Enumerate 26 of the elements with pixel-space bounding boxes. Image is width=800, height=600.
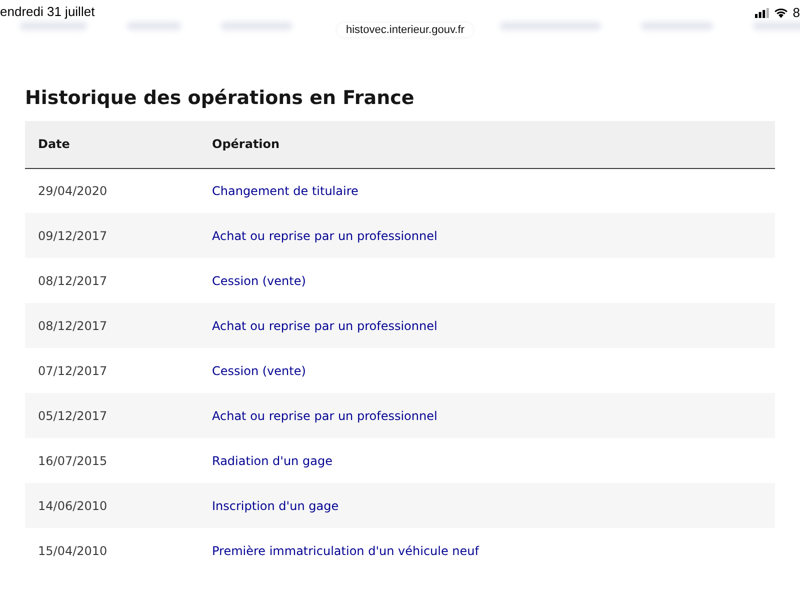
column-header: Date [38,137,70,152]
operation-link[interactable]: Cession (vente) [212,274,306,288]
section-title: Historique des opérations en France [25,86,416,110]
wifi-icon [774,8,788,18]
operation-link[interactable]: Changement de titulaire [212,184,358,198]
date-cell: 07/12/2017 [38,364,108,378]
date-cell: 15/04/2010 [38,544,108,558]
operation-link[interactable]: Première immatriculation d'un véhicule neuf [212,544,479,558]
date-cell: 08/12/2017 [38,318,108,332]
signal-icon [754,8,769,18]
date-cell: 16/07/2015 [38,454,108,468]
date-cell: 05/12/2017 [38,408,108,422]
operation-link[interactable]: Achat ou reprise par un professionnel [212,408,438,422]
date-cell: 08/12/2017 [38,274,108,288]
operation-link[interactable]: Radiation d'un gage [212,454,332,468]
date-cell: 29/04/2020 [38,184,108,198]
operation-link[interactable]: Achat ou reprise par un professionnel [212,228,438,242]
battery-percent: 8 [792,6,800,19]
column-header: Opération [212,137,280,152]
date-cell: 09/12/2017 [38,228,108,242]
status-time: endredi 31 juillet [0,4,95,19]
operation-link[interactable]: Achat ou reprise par un professionnel [212,318,438,332]
operation-link[interactable]: Inscription d'un gage [212,498,339,512]
url-field[interactable]: histovec.interieur.gouv.fr [337,23,474,37]
date-cell: 14/06/2010 [38,498,108,512]
operation-link[interactable]: Cession (vente) [212,364,306,378]
